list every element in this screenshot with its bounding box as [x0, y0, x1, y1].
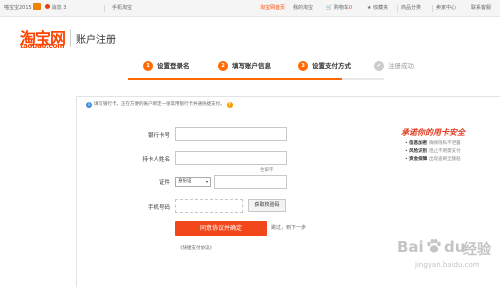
holder-name-input[interactable] — [175, 151, 287, 165]
mobile-taobao-link[interactable]: 手机淘宝 — [112, 0, 132, 17]
baidu-watermark: Bai du 经验 jingyan.baidu.com — [397, 238, 491, 269]
bank-card-input[interactable] — [175, 127, 287, 141]
id-label: 证件 — [158, 180, 170, 186]
star-icon: ★ — [367, 5, 372, 11]
categories-link[interactable]: 商品分类 — [401, 0, 421, 17]
step-3: 3 设置支付方式 — [298, 59, 351, 73]
top-bar: 喵宝宝2015 消息 3 手机淘宝 淘宝网首页 我的淘宝 🛒 购物车0 ★ 收藏… — [0, 0, 500, 17]
seller-center-link[interactable]: 卖家中心 — [436, 0, 456, 17]
id-number-input[interactable] — [214, 175, 287, 189]
page-title: 账户注册 — [76, 35, 116, 46]
info-icon: i — [86, 102, 92, 108]
agreement-link[interactable]: 《快捷支付协议》 — [178, 245, 214, 251]
promo-item: • 资金保障 出现盗刷全额赔 — [405, 157, 461, 162]
divider — [397, 5, 398, 12]
promo-title: 承诺你的用卡安全 — [401, 127, 465, 137]
paw-icon — [427, 239, 441, 253]
rare-char-link[interactable]: 生僻字 — [260, 167, 274, 173]
help-icon[interactable]: ? — [226, 102, 233, 108]
promo-item: • 信息加密 确保隐私不泄露 — [405, 141, 461, 146]
favorites-link[interactable]: ★ 收藏夹 — [367, 0, 388, 17]
info-tip: i 填写银行卡，正在方便的账户绑定一张常用银行卡并通快捷支付。? — [86, 101, 233, 108]
taobao-logo-url: taobao.com — [20, 42, 65, 50]
phone-input[interactable] — [175, 199, 243, 213]
cart-link[interactable]: 🛒 购物车0 — [326, 0, 352, 17]
divider — [104, 5, 105, 12]
chevron-down-icon: ▾ — [205, 179, 208, 184]
get-code-button[interactable]: 获取校验码 — [248, 199, 286, 212]
agree-submit-button[interactable]: 同意协议并确定 — [175, 221, 267, 236]
user-nick[interactable]: 喵宝宝2015 — [4, 0, 42, 17]
badge-icon — [33, 3, 42, 10]
my-taobao-link[interactable]: 我的淘宝 — [293, 0, 313, 17]
message-icon — [45, 4, 50, 9]
cart-icon: 🛒 — [326, 5, 333, 11]
holder-name-label: 持卡人姓名 — [142, 157, 170, 163]
taobao-home-link[interactable]: 淘宝网首页 — [260, 0, 285, 17]
id-type-select[interactable]: 身份证 ▾ — [175, 177, 211, 187]
step-1: 1 设置登录名 — [143, 59, 190, 73]
bank-card-label: 银行卡号 — [147, 133, 170, 139]
skip-link[interactable]: 跳过，到下一步 — [271, 224, 306, 231]
security-promo: 承诺你的用卡安全 • 信息加密 确保隐私不泄露 • 风险识别 阻止不明需支付 • 资… — [399, 96, 500, 176]
check-icon: ✔ — [374, 61, 384, 71]
contact-link[interactable]: 联系客服 — [471, 0, 491, 17]
step-2: 2 填写账户信息 — [218, 59, 271, 73]
message-link[interactable]: 消息 3 — [45, 0, 66, 17]
step-progress-bar — [128, 78, 384, 80]
divider — [432, 5, 433, 12]
header-divider — [70, 29, 71, 47]
promo-item: • 风险识别 阻止不明需支付 — [405, 149, 461, 154]
step-4: ✔ 注册成功 — [374, 59, 414, 73]
phone-label: 手机号码 — [147, 205, 170, 211]
